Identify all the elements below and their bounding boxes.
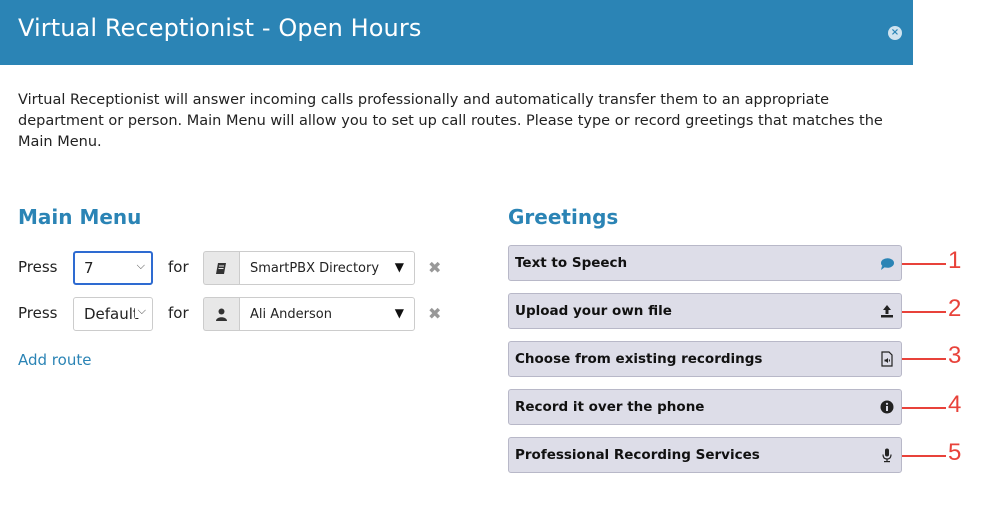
greetings-title: Greetings bbox=[508, 205, 619, 229]
destination-value: SmartPBX Directory bbox=[250, 261, 380, 276]
info-icon bbox=[880, 400, 894, 414]
caret-down-icon: ▼ bbox=[394, 306, 404, 320]
callout-number: 5 bbox=[948, 439, 962, 466]
callout-line bbox=[902, 407, 946, 409]
callout-line bbox=[902, 311, 946, 313]
route-row: Press Default ⌵ for Ali Anderson ▼ ✖ bbox=[18, 297, 458, 331]
close-icon[interactable]: × bbox=[888, 26, 902, 40]
speech-bubble-icon bbox=[881, 258, 894, 270]
greeting-label: Record it over the phone bbox=[515, 399, 705, 415]
destination-select[interactable]: SmartPBX Directory ▼ bbox=[239, 251, 415, 285]
key-select-value: Default bbox=[84, 305, 139, 323]
key-select[interactable]: 7 ⌵ bbox=[73, 251, 153, 285]
greeting-existing-recordings-button[interactable]: Choose from existing recordings bbox=[508, 341, 902, 377]
callout-line bbox=[902, 358, 946, 360]
greeting-text-to-speech-button[interactable]: Text to Speech bbox=[508, 245, 902, 281]
route-row: Press 7 ⌵ for SmartPBX Directory ▼ ✖ bbox=[18, 251, 458, 285]
greeting-upload-file-button[interactable]: Upload your own file bbox=[508, 293, 902, 329]
main-menu-title: Main Menu bbox=[18, 205, 142, 229]
greeting-label: Professional Recording Services bbox=[515, 447, 760, 463]
callout-line bbox=[902, 455, 946, 457]
chevron-down-icon: ⌵ bbox=[136, 259, 145, 272]
destination-value: Ali Anderson bbox=[250, 307, 332, 322]
callout-number: 4 bbox=[948, 391, 962, 418]
intro-description: Virtual Receptionist will answer incomin… bbox=[18, 92, 883, 150]
user-icon bbox=[203, 297, 239, 331]
caret-down-icon: ▼ bbox=[394, 260, 404, 274]
dialog-header: Virtual Receptionist - Open Hours × bbox=[0, 0, 913, 65]
upload-icon bbox=[881, 305, 893, 318]
callout-number: 2 bbox=[948, 295, 962, 322]
for-label: for bbox=[168, 258, 189, 276]
key-select-value: 7 bbox=[84, 259, 94, 277]
chevron-down-icon: ⌵ bbox=[134, 304, 146, 318]
callout-number: 1 bbox=[948, 247, 962, 274]
press-label: Press bbox=[18, 304, 58, 322]
for-label: for bbox=[168, 304, 189, 322]
directory-book-icon bbox=[203, 251, 239, 285]
remove-route-icon[interactable]: ✖ bbox=[428, 304, 441, 323]
press-label: Press bbox=[18, 258, 58, 276]
callout-number: 3 bbox=[948, 342, 962, 369]
key-select[interactable]: Default ⌵ bbox=[73, 297, 153, 331]
greeting-professional-recording-button[interactable]: Professional Recording Services bbox=[508, 437, 902, 473]
greeting-record-phone-button[interactable]: Record it over the phone bbox=[508, 389, 902, 425]
dialog-title: Virtual Receptionist - Open Hours bbox=[18, 14, 422, 42]
remove-route-icon[interactable]: ✖ bbox=[428, 258, 441, 277]
audio-file-icon bbox=[881, 351, 893, 367]
greeting-label: Choose from existing recordings bbox=[515, 351, 763, 367]
greeting-label: Upload your own file bbox=[515, 303, 672, 319]
add-route-link[interactable]: Add route bbox=[18, 351, 91, 369]
destination-select[interactable]: Ali Anderson ▼ bbox=[239, 297, 415, 331]
callout-line bbox=[902, 263, 946, 265]
greeting-label: Text to Speech bbox=[515, 255, 628, 271]
microphone-icon bbox=[882, 448, 892, 463]
